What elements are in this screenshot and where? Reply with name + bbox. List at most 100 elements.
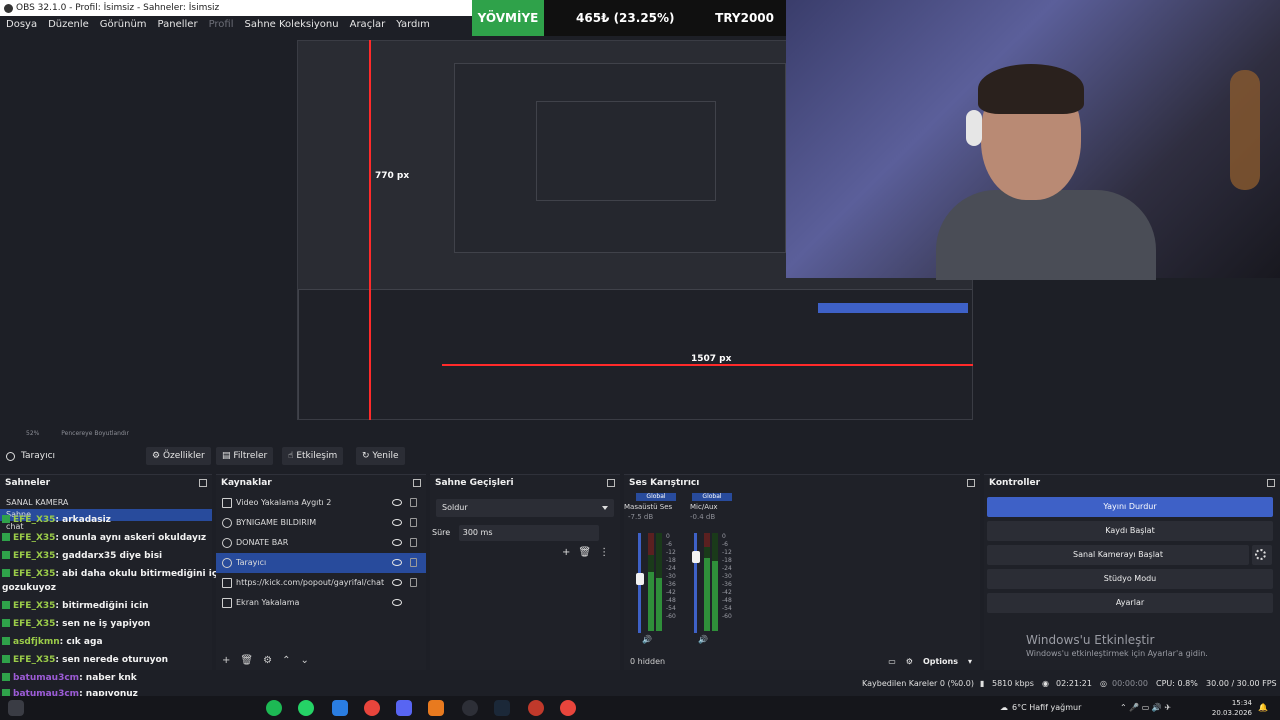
chat-message: EFE_X35: arkadasiz bbox=[2, 515, 111, 525]
start-icon[interactable] bbox=[8, 700, 24, 716]
source-item[interactable]: Video Yakalama Aygıtı 2 bbox=[216, 493, 426, 513]
zoom-percent[interactable]: 52% bbox=[26, 430, 39, 437]
cloud-icon[interactable] bbox=[428, 700, 444, 716]
trash-icon[interactable]: 🗑 bbox=[578, 547, 591, 558]
more-icon[interactable]: ⋮ bbox=[599, 547, 609, 558]
chat-message: EFE_X35: bitirmediğini icin bbox=[2, 601, 149, 611]
donation-ticker: YÖVMİYE 465₺ (23.25%) TRY2000 bbox=[472, 0, 786, 36]
eye-icon[interactable] bbox=[392, 579, 402, 586]
zoom-fit-label[interactable]: Pencereye Boyutlandır bbox=[61, 430, 129, 437]
scene-item-sanal-kamera[interactable]: SANAL KAMERA bbox=[0, 497, 212, 509]
interact-button[interactable]: ☝ Etkileşim bbox=[282, 447, 344, 465]
eye-icon[interactable] bbox=[392, 499, 402, 506]
popout-icon[interactable] bbox=[967, 479, 975, 487]
app-icon[interactable] bbox=[528, 700, 544, 716]
volume-knob[interactable] bbox=[692, 551, 700, 563]
settings-icon[interactable]: ⚙ bbox=[906, 657, 913, 666]
chrome-icon[interactable] bbox=[364, 700, 380, 716]
db-scale: 0 -6 -12 -18 -24 -30 -36 -42 -48 -54 -60 bbox=[722, 533, 732, 621]
tray-icons[interactable]: ⌃ 🎤 ▭ 🔊 ✈ bbox=[1120, 696, 1171, 720]
popout-icon[interactable] bbox=[1267, 479, 1275, 487]
gear-icon[interactable]: ⚙ bbox=[263, 655, 272, 666]
chat-message: EFE_X35: gaddarx35 diye bisi bbox=[2, 551, 162, 561]
lock-icon[interactable] bbox=[410, 538, 417, 547]
popout-icon[interactable] bbox=[199, 479, 207, 487]
clock[interactable]: 15:34 20.03.2026 bbox=[1212, 698, 1252, 718]
meter-fill bbox=[648, 572, 654, 631]
refresh-button[interactable]: ↻ Yenile bbox=[356, 447, 405, 465]
menu-file[interactable]: Dosya bbox=[6, 16, 37, 34]
popout-icon[interactable] bbox=[607, 479, 615, 487]
ticker-change: 465₺ (23.25%) bbox=[576, 11, 675, 25]
volume-knob[interactable] bbox=[636, 573, 644, 585]
eye-icon[interactable] bbox=[392, 539, 402, 546]
lock-icon[interactable] bbox=[410, 578, 417, 587]
weather-text[interactable]: 6°C Hafif yağmur bbox=[1012, 696, 1081, 720]
global-badge[interactable]: Global bbox=[692, 493, 732, 501]
lock-icon[interactable] bbox=[410, 498, 417, 507]
chat-user: EFE_X35 bbox=[13, 601, 56, 611]
weather-icon[interactable]: ☁ bbox=[1000, 696, 1008, 720]
move-up-icon[interactable]: ⌃ bbox=[282, 655, 290, 666]
source-item[interactable]: https://kick.com/popout/gayrifal/chat bbox=[216, 573, 426, 593]
layout-icon[interactable]: ▭ bbox=[888, 657, 896, 666]
lock-icon[interactable] bbox=[410, 518, 417, 527]
duration-input[interactable]: 300 ms bbox=[458, 525, 599, 541]
nested-capture-2 bbox=[536, 101, 716, 201]
move-down-icon[interactable]: ⌄ bbox=[300, 655, 308, 666]
speaker-icon[interactable]: 🔊 bbox=[642, 635, 652, 644]
add-icon[interactable]: + bbox=[222, 655, 230, 666]
eye-icon[interactable] bbox=[392, 519, 402, 526]
menu-edit[interactable]: Düzenle bbox=[48, 16, 89, 34]
eye-icon[interactable] bbox=[392, 559, 402, 566]
menu-scene-collection[interactable]: Sahne Koleksiyonu bbox=[245, 16, 339, 34]
obs-icon[interactable] bbox=[462, 700, 478, 716]
steam-icon[interactable] bbox=[494, 700, 510, 716]
volume-slider[interactable] bbox=[694, 533, 697, 633]
source-item[interactable]: Ekran Yakalama bbox=[216, 593, 426, 613]
db-tick: -36 bbox=[666, 581, 676, 588]
transition-selected: Soldur bbox=[442, 503, 468, 512]
start-recording-button[interactable]: Kaydı Başlat bbox=[987, 521, 1273, 541]
speaker-icon[interactable]: 🔊 bbox=[698, 635, 708, 644]
start-virtual-camera-button[interactable]: Sanal Kamerayı Başlat bbox=[987, 545, 1249, 565]
whatsapp-icon[interactable] bbox=[298, 700, 314, 716]
properties-label: Özellikler bbox=[162, 451, 205, 461]
guitar-shape bbox=[1230, 70, 1260, 190]
source-item-selected[interactable]: Tarayıcı bbox=[216, 553, 426, 573]
discord-icon[interactable] bbox=[396, 700, 412, 716]
global-badge[interactable]: Global bbox=[636, 493, 676, 501]
virtual-camera-settings-button[interactable] bbox=[1252, 545, 1272, 565]
source-item[interactable]: DONATE BAR bbox=[216, 533, 426, 553]
menu-view[interactable]: Görünüm bbox=[100, 16, 147, 34]
channel-name[interactable]: Masaüstü Ses bbox=[624, 503, 684, 511]
add-icon[interactable]: + bbox=[562, 547, 570, 558]
options-button[interactable]: Options bbox=[923, 657, 958, 666]
menu-docks[interactable]: Paneller bbox=[158, 16, 198, 34]
transitions-dock: Sahne Geçişleri Soldur Süre 300 ms + 🗑 ⋮ bbox=[430, 474, 620, 670]
menu-help[interactable]: Yardım bbox=[396, 16, 430, 34]
stop-streaming-button[interactable]: Yayını Durdur bbox=[987, 497, 1273, 517]
meter-fill bbox=[712, 561, 718, 631]
current-source: Tarayıcı bbox=[6, 444, 55, 468]
chrome-icon[interactable] bbox=[560, 700, 576, 716]
spotify-icon[interactable] bbox=[266, 700, 282, 716]
eye-icon[interactable] bbox=[392, 599, 402, 606]
notification-icon[interactable]: 🔔 bbox=[1258, 696, 1268, 720]
menu-profile[interactable]: Profil bbox=[209, 16, 234, 34]
menu-tools[interactable]: Araçlar bbox=[350, 16, 386, 34]
transition-select[interactable]: Soldur bbox=[436, 499, 614, 517]
source-list: Video Yakalama Aygıtı 2 BYNIGAME BILDIRI… bbox=[216, 493, 426, 613]
filters-button[interactable]: ▤ Filtreler bbox=[216, 447, 274, 465]
settings-button[interactable]: Ayarlar bbox=[987, 593, 1273, 613]
studio-mode-button[interactable]: Stüdyo Modu bbox=[987, 569, 1273, 589]
source-label: Video Yakalama Aygıtı 2 bbox=[236, 498, 332, 507]
source-item[interactable]: BYNIGAME BILDIRIM bbox=[216, 513, 426, 533]
properties-button[interactable]: ⚙ Özellikler bbox=[146, 447, 211, 465]
lock-icon[interactable] bbox=[410, 558, 417, 567]
chevron-down-icon[interactable]: ▾ bbox=[968, 657, 972, 666]
trash-icon[interactable]: 🗑 bbox=[240, 655, 253, 666]
channel-name[interactable]: Mic/Aux bbox=[680, 503, 740, 511]
popout-icon[interactable] bbox=[413, 479, 421, 487]
file-icon[interactable] bbox=[332, 700, 348, 716]
